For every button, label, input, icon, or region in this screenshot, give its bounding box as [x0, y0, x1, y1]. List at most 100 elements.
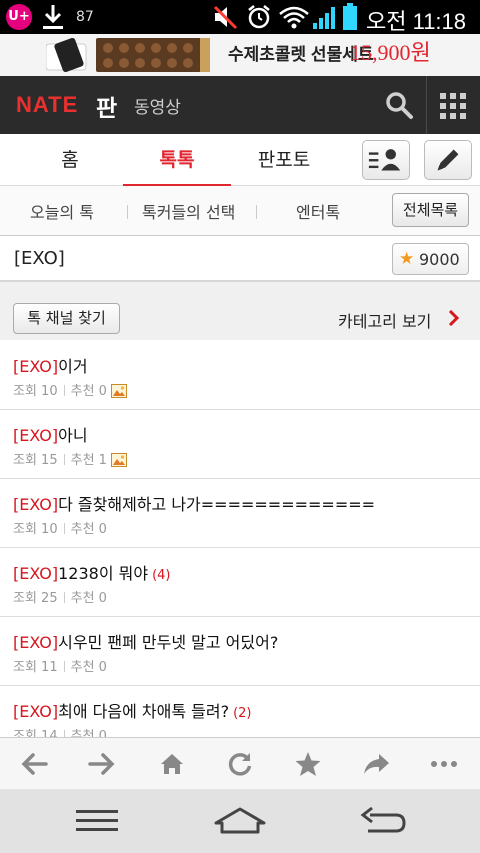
- category-view-link[interactable]: 카테고리 보기: [338, 308, 431, 332]
- view-count: 조회 11: [13, 660, 58, 675]
- star-icon: ★: [399, 249, 415, 269]
- signal-icon: [313, 7, 335, 29]
- search-icon[interactable]: [384, 90, 414, 120]
- image-attachment-icon: [110, 453, 127, 467]
- subnav-today-talk[interactable]: 오늘의 톡: [30, 199, 94, 223]
- pan-logo[interactable]: 판: [96, 89, 117, 123]
- nate-logo[interactable]: NATE: [16, 92, 78, 118]
- video-link[interactable]: 동영상: [134, 93, 181, 118]
- post-title[interactable]: [EXO]다 즐찾해제하고 나가=============: [13, 491, 375, 515]
- subnav-enter-talk[interactable]: 엔터톡: [296, 199, 340, 223]
- pencil-icon: [437, 149, 459, 171]
- channel-title: [EXO]: [14, 248, 65, 269]
- view-count: 조회 25: [13, 591, 58, 606]
- main-tabs: 홈 톡톡 판포토: [0, 134, 480, 187]
- meta-separator: [63, 523, 65, 534]
- comment-count: (4): [152, 568, 171, 583]
- subnav-separator: [127, 205, 128, 219]
- post-title[interactable]: [EXO]최애 다음에 차애톡 들려? (2): [13, 698, 252, 722]
- share-icon[interactable]: [362, 750, 390, 778]
- header-divider: [426, 76, 427, 134]
- notification-count: 87: [76, 9, 94, 25]
- download-icon: [43, 5, 63, 29]
- meta-separator: [63, 592, 65, 603]
- like-count: 추천 0: [70, 660, 107, 675]
- write-button[interactable]: [424, 140, 472, 180]
- menu-icon[interactable]: [74, 805, 120, 837]
- post-title-text: 1238이 뭐야: [58, 564, 149, 583]
- battery-icon: [343, 3, 357, 30]
- post-title[interactable]: [EXO]시우민 팬페 만두넷 말고 어딨어?: [13, 629, 278, 653]
- tab-toktok[interactable]: 톡톡: [123, 134, 231, 187]
- post-meta: 조회 10 추천 0: [13, 518, 107, 537]
- system-nav-bar: [0, 789, 480, 853]
- post-title-text: 아니: [58, 426, 88, 445]
- list-item[interactable]: [EXO]시우민 팬페 만두넷 말고 어딨어? 조회 11 추천 0: [0, 617, 480, 686]
- ad-banner[interactable]: 수제초콜렛 선물세트 15,900원: [0, 34, 480, 76]
- favorite-count: 9000: [419, 250, 460, 269]
- post-tag: [EXO]: [13, 495, 59, 514]
- like-count: 추천 0: [70, 522, 107, 537]
- profile-list-icon: [368, 149, 401, 171]
- more-icon[interactable]: [430, 750, 458, 778]
- status-bar: U+ 87 오전 11:18: [0, 0, 480, 34]
- post-title-text: 이거: [58, 357, 88, 376]
- post-tag: [EXO]: [13, 357, 59, 376]
- subnav-separator: [256, 205, 257, 219]
- clock: 오전 11:18: [366, 9, 467, 34]
- post-tag: [EXO]: [13, 702, 59, 721]
- view-count: 조회 10: [13, 522, 58, 537]
- post-tag: [EXO]: [13, 564, 59, 583]
- image-attachment-icon: [110, 384, 127, 398]
- chevron-right-icon[interactable]: [448, 310, 460, 326]
- tab-home[interactable]: 홈: [20, 134, 120, 186]
- post-title[interactable]: [EXO]아니: [13, 422, 88, 446]
- post-meta: 조회 25 추천 0: [13, 587, 107, 606]
- wifi-icon: [279, 6, 309, 29]
- post-title-text: 최애 다음에 차애톡 들려?: [58, 702, 230, 721]
- meta-separator: [63, 454, 65, 465]
- post-title-text: 시우민 팬페 만두넷 말고 어딨어?: [58, 633, 279, 652]
- post-meta: 조회 10 추천 0: [13, 380, 127, 399]
- grid-menu-icon[interactable]: [440, 93, 466, 119]
- post-meta: 조회 11 추천 0: [13, 656, 107, 675]
- post-tag: [EXO]: [13, 633, 59, 652]
- list-item[interactable]: [EXO]아니조회 15 추천 1: [0, 410, 480, 479]
- like-count: 추천 0: [70, 591, 107, 606]
- meta-separator: [63, 385, 65, 396]
- browser-toolbar: [0, 737, 480, 789]
- find-channel-button[interactable]: 톡 채널 찾기: [13, 303, 120, 334]
- sub-nav: 오늘의 톡 톡커들의 선택 엔터톡 전체목록: [0, 186, 480, 236]
- list-item[interactable]: [EXO]1238이 뭐야 (4) 조회 25 추천 0: [0, 548, 480, 617]
- alarm-icon: [248, 5, 270, 29]
- back-button-icon[interactable]: [358, 805, 408, 837]
- post-title-text: 다 즐찾해제하고 나가=============: [58, 495, 376, 514]
- back-arrow-icon[interactable]: [20, 750, 48, 778]
- like-count: 추천 1: [70, 453, 107, 468]
- home-button-icon[interactable]: [212, 805, 268, 837]
- subnav-talker-choice[interactable]: 톡커들의 선택: [142, 199, 235, 223]
- profile-button[interactable]: [362, 140, 410, 180]
- list-item[interactable]: [EXO]다 즐찾해제하고 나가============= 조회 10 추천 0: [0, 479, 480, 548]
- star-bookmark-icon[interactable]: [294, 750, 322, 778]
- chocolate-gift-image: [46, 37, 210, 73]
- meta-separator: [63, 661, 65, 672]
- post-meta: 조회 15 추천 1: [13, 449, 127, 468]
- post-tag: [EXO]: [13, 426, 59, 445]
- forward-arrow-icon[interactable]: [88, 750, 116, 778]
- tab-panphoto[interactable]: 판포토: [236, 134, 332, 186]
- all-list-button[interactable]: 전체목록: [392, 193, 469, 227]
- view-count: 조회 10: [13, 384, 58, 399]
- post-title[interactable]: [EXO]1238이 뭐야 (4): [13, 560, 171, 584]
- home-icon[interactable]: [158, 750, 186, 778]
- mute-icon: [213, 5, 238, 30]
- like-count: 추천 0: [70, 384, 107, 399]
- ad-price: 15,900원: [350, 40, 431, 65]
- channel-bar: [EXO] ★ 9000: [0, 236, 480, 282]
- favorite-button[interactable]: ★ 9000: [392, 243, 469, 275]
- list-item[interactable]: [EXO]이거 조회 10 추천 0: [0, 341, 480, 410]
- post-title[interactable]: [EXO]이거: [13, 353, 88, 377]
- app-header: NATE 판 동영상: [0, 76, 480, 134]
- lg-u-plus-icon: U+: [6, 4, 32, 30]
- refresh-icon[interactable]: [226, 750, 254, 778]
